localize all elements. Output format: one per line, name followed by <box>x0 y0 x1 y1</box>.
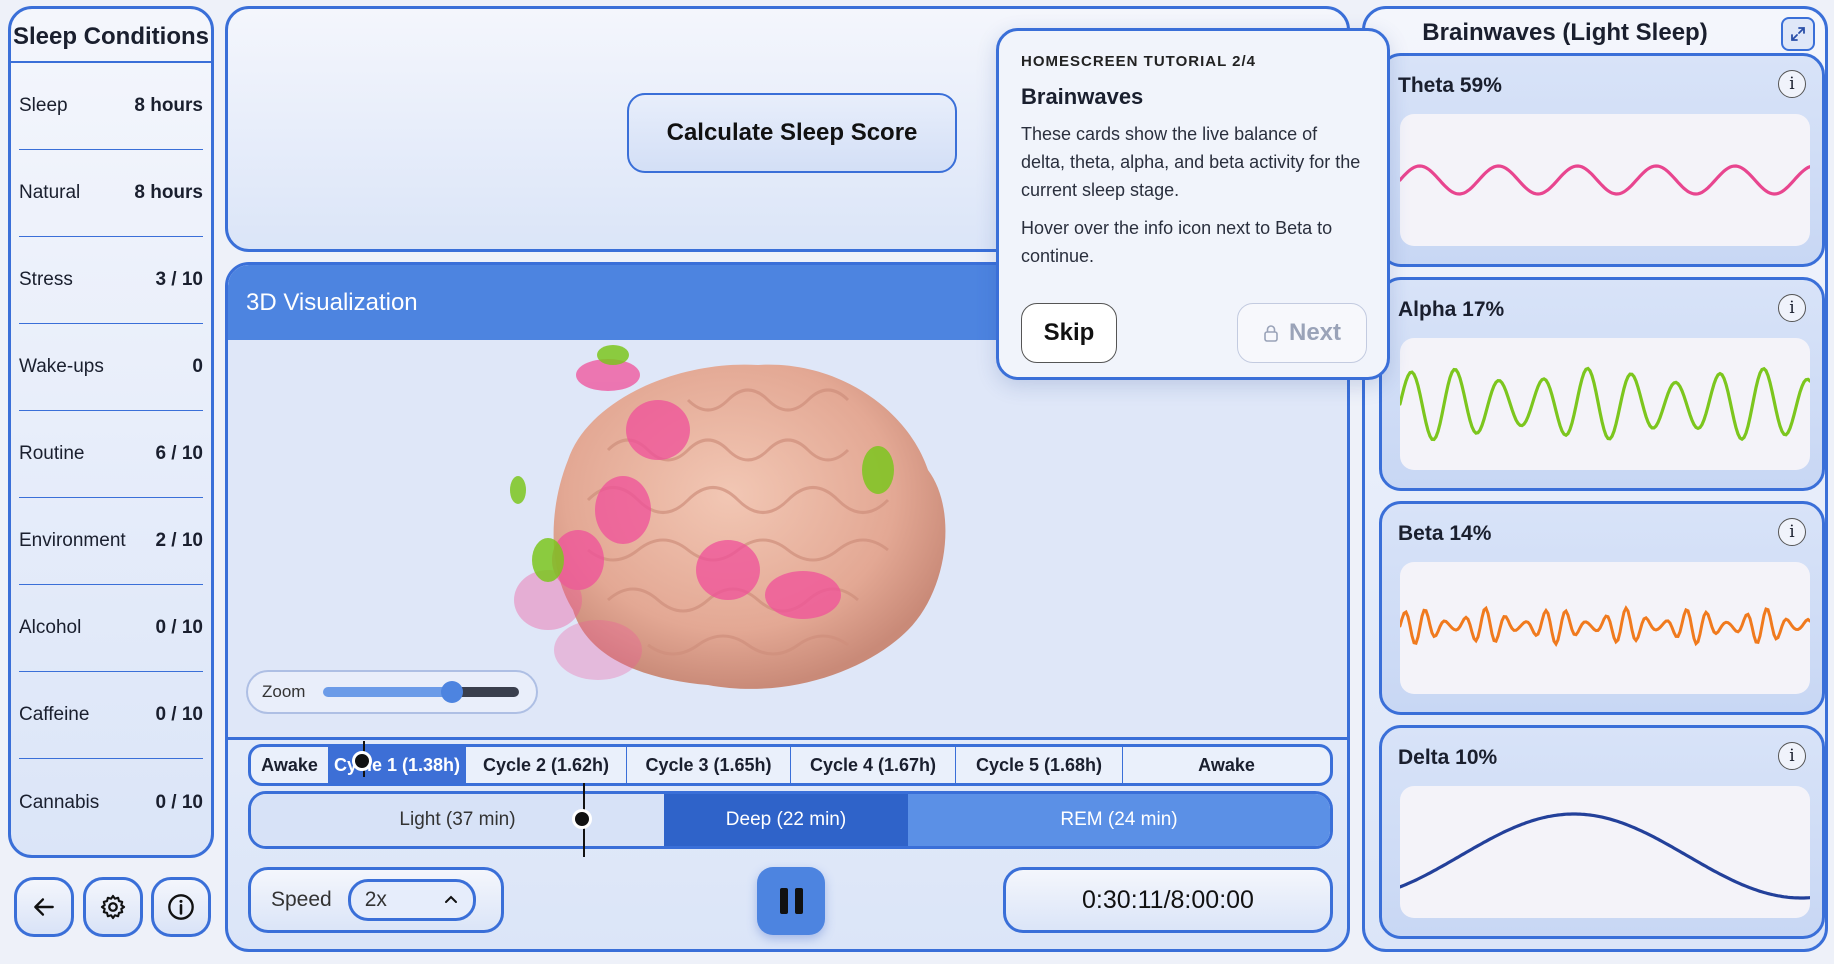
arrow-left-icon <box>34 898 54 916</box>
delta-label: Delta 10% <box>1398 746 1498 769</box>
delta-info-icon[interactable]: i <box>1778 742 1806 770</box>
tutorial-popover: HOMESCREEN TUTORIAL 2/4 Brainwaves These… <box>996 28 1390 380</box>
cycle-1[interactable]: Cycle 1 (1.38h) <box>329 747 466 783</box>
condition-label: Caffeine <box>19 704 90 725</box>
brainwaves-panel: Brainwaves (Light Sleep) Theta 59% i Alp… <box>1362 6 1828 952</box>
zoom-slider[interactable] <box>323 681 520 703</box>
tutorial-step: HOMESCREEN TUTORIAL 2/4 <box>1021 53 1256 70</box>
condition-value: 3 / 10 <box>155 269 203 290</box>
zoom-slider-handle[interactable] <box>441 681 464 703</box>
delta-wave-plot <box>1400 786 1810 918</box>
pause-icon <box>779 888 788 914</box>
expand-icon <box>1791 27 1805 41</box>
condition-value: 0 / 10 <box>155 704 203 725</box>
brainwaves-title: Brainwaves (Light Sleep) <box>1422 19 1708 46</box>
lock-icon <box>1264 325 1278 342</box>
alpha-wave <box>1400 366 1810 442</box>
playback-time: 0:30:11/8:00:00 <box>1003 867 1333 933</box>
beta-wave-plot <box>1400 562 1810 694</box>
speed-control: Speed 2x <box>248 867 504 933</box>
theta-label: Theta 59% <box>1398 74 1502 97</box>
speed-value: 2x <box>364 888 387 911</box>
condition-alcohol[interactable]: Alcohol 0 / 10 <box>19 585 203 672</box>
condition-value: 0 / 10 <box>155 791 203 813</box>
beta-card: Beta 14% i <box>1379 501 1825 715</box>
expand-button[interactable] <box>1781 17 1815 51</box>
pause-button[interactable] <box>757 867 825 935</box>
condition-label: Stress <box>19 269 73 290</box>
gear-icon <box>100 894 126 920</box>
condition-label: Cannabis <box>19 791 100 813</box>
alpha-card: Alpha 17% i <box>1379 277 1825 491</box>
alpha-wave-plot <box>1400 338 1810 470</box>
condition-label: Wake-ups <box>19 356 104 377</box>
condition-cannabis[interactable]: Cannabis 0 / 10 <box>19 759 203 846</box>
brain-3d-view[interactable]: Zoom <box>228 340 1347 740</box>
alpha-label: Alpha 17% <box>1398 298 1505 321</box>
condition-stress[interactable]: Stress 3 / 10 <box>19 237 203 324</box>
stage-rem[interactable]: REM (24 min) <box>908 794 1330 846</box>
delta-wave <box>1400 812 1810 900</box>
stage-light[interactable]: Light (37 min) <box>251 794 664 846</box>
condition-environment[interactable]: Environment 2 / 10 <box>19 498 203 585</box>
panel-title: Sleep Conditions <box>11 9 211 63</box>
condition-wakeups[interactable]: Wake-ups 0 <box>19 324 203 411</box>
condition-value: 6 / 10 <box>155 443 203 464</box>
tutorial-hint: Hover over the info icon next to Beta to… <box>1021 218 1333 266</box>
cycle-4[interactable]: Cycle 4 (1.67h) <box>791 747 956 783</box>
cycle-awake-end[interactable]: Awake <box>1123 747 1330 783</box>
theta-wave <box>1400 164 1810 196</box>
tutorial-title: Brainwaves <box>1021 84 1144 109</box>
condition-routine[interactable]: Routine 6 / 10 <box>19 411 203 498</box>
condition-natural[interactable]: Natural 8 hours <box>19 150 203 237</box>
condition-value: 2 / 10 <box>155 530 203 551</box>
cycle-playhead-handle[interactable] <box>352 751 372 771</box>
info-icon <box>168 894 194 920</box>
info-button[interactable] <box>151 877 211 937</box>
speed-select[interactable]: 2x <box>347 879 476 921</box>
stage-playhead-handle[interactable] <box>572 809 592 829</box>
skip-button[interactable]: Skip <box>1021 303 1117 363</box>
speed-label: Speed <box>271 888 332 911</box>
chevron-up-icon <box>444 895 457 903</box>
calculate-sleep-score-button[interactable]: Calculate Sleep Score <box>627 93 957 173</box>
conditions-list: Sleep 8 hours Natural 8 hours Stress 3 / 10… <box>11 63 211 846</box>
condition-value: 8 hours <box>134 95 203 116</box>
cycle-timeline: Awake Cycle 1 (1.38h) Cycle 2 (1.62h) Cy… <box>248 744 1333 786</box>
cycle-3[interactable]: Cycle 3 (1.65h) <box>627 747 791 783</box>
stage-deep[interactable]: Deep (22 min) <box>664 794 908 846</box>
condition-label: Sleep <box>19 95 68 116</box>
condition-sleep[interactable]: Sleep 8 hours <box>19 63 203 150</box>
zoom-control: Zoom <box>246 670 538 714</box>
condition-caffeine[interactable]: Caffeine 0 / 10 <box>19 672 203 759</box>
alpha-info-icon[interactable]: i <box>1778 294 1806 322</box>
beta-info-icon[interactable]: i <box>1778 518 1806 546</box>
theta-wave-plot <box>1400 114 1810 246</box>
delta-card: Delta 10% i <box>1379 725 1825 939</box>
zoom-label: Zoom <box>262 682 306 701</box>
condition-label: Natural <box>19 182 81 203</box>
condition-value: 8 hours <box>134 182 203 203</box>
condition-label: Alcohol <box>19 617 82 638</box>
condition-value: 0 <box>192 356 203 377</box>
settings-button[interactable] <box>83 877 143 937</box>
next-label: Next <box>1288 319 1342 346</box>
stage-timeline: Light (37 min) Deep (22 min) REM (24 min… <box>248 791 1333 849</box>
cycle-awake-start[interactable]: Awake <box>251 747 329 783</box>
condition-label: Environment <box>19 530 126 551</box>
cycle-5[interactable]: Cycle 5 (1.68h) <box>956 747 1123 783</box>
next-button[interactable]: Next <box>1237 303 1367 363</box>
back-button[interactable] <box>14 877 74 937</box>
pause-icon <box>794 888 803 914</box>
cycle-2[interactable]: Cycle 2 (1.62h) <box>466 747 627 783</box>
theta-card: Theta 59% i <box>1379 53 1825 267</box>
tutorial-body: These cards show the live balance of del… <box>1021 124 1361 200</box>
condition-value: 0 / 10 <box>155 617 203 638</box>
condition-label: Routine <box>19 443 85 464</box>
theta-info-icon[interactable]: i <box>1778 70 1806 98</box>
sleep-conditions-panel: Sleep Conditions Sleep 8 hours Natural 8 h… <box>8 6 214 858</box>
beta-wave <box>1400 605 1810 647</box>
beta-label: Beta 14% <box>1398 522 1492 545</box>
